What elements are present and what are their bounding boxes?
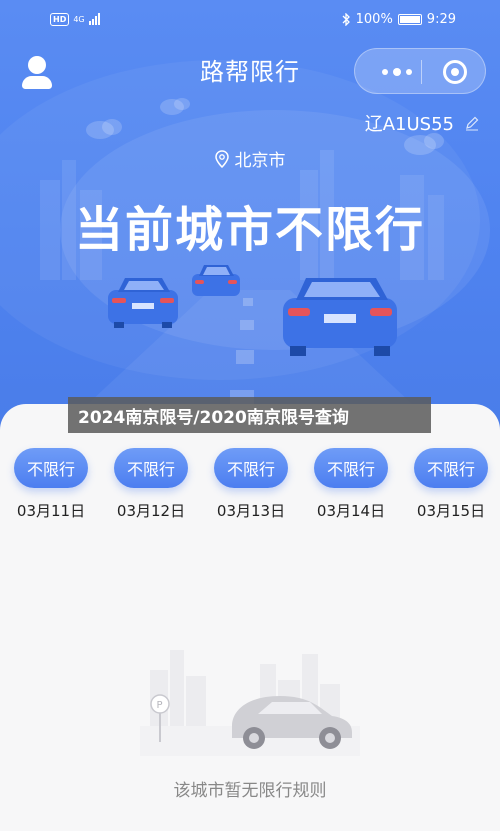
user-icon[interactable] [22, 56, 52, 92]
status-left: HD 4G [50, 12, 100, 26]
city-name: 北京市 [234, 151, 286, 171]
battery-percent: 100% [355, 11, 393, 27]
day-date: 03月12日 [116, 502, 186, 520]
status-right: 100% 9:29 [342, 12, 456, 27]
days-row: 不限行 03月11日 不限行 03月12日 不限行 03月13日 不限行 03月… [0, 448, 500, 528]
plate-number: 辽A1US55 [364, 114, 454, 135]
bluetooth-icon [342, 12, 350, 26]
battery-icon [397, 13, 422, 25]
restriction-headline: 当前城市不限行 [74, 202, 425, 258]
parked-car-illustration: P [140, 650, 360, 756]
day-date: 03月13日 [216, 502, 286, 520]
day-item[interactable]: 不限行 03月13日 [208, 448, 294, 521]
target-icon[interactable] [443, 60, 467, 84]
day-item[interactable]: 不限行 03月12日 [108, 448, 194, 521]
day-date: 03月15日 [416, 502, 486, 520]
empty-state-message: 该城市暂无限行规则 [173, 781, 327, 801]
network-type: 4G [73, 14, 85, 24]
day-date: 03月14日 [316, 502, 386, 520]
day-status-pill: 不限行 [214, 448, 288, 488]
day-date: 03月11日 [16, 502, 86, 520]
day-item[interactable]: 不限行 03月14日 [308, 448, 394, 521]
car-right [283, 278, 397, 356]
signal-icon [88, 13, 100, 25]
city-selector[interactable]: 北京市 [0, 146, 500, 171]
capsule-divider [421, 60, 422, 84]
pencil-icon[interactable] [464, 115, 480, 131]
nav-bar: 路帮限行 [0, 40, 500, 96]
day-status-pill: 不限行 [414, 448, 488, 488]
day-status-pill: 不限行 [14, 448, 88, 488]
page-title: 路帮限行 [200, 58, 300, 86]
hd-badge: HD [50, 12, 70, 26]
day-status-pill: 不限行 [114, 448, 188, 488]
car-middle [192, 265, 240, 296]
clock: 9:29 [426, 11, 456, 27]
license-plate[interactable]: 辽A1US55 [365, 110, 480, 136]
status-bar: HD 4G 100% 9:29 [0, 0, 500, 38]
more-dots-icon[interactable] [375, 49, 419, 95]
day-item[interactable]: 不限行 03月11日 [8, 448, 94, 521]
overlay-caption: 2024南京限号/2020南京限号查询 [68, 397, 431, 433]
day-item[interactable]: 不限行 03月15日 [408, 448, 494, 521]
location-pin-icon [214, 149, 229, 168]
day-status-pill: 不限行 [314, 448, 388, 488]
car-left [108, 278, 178, 328]
mini-program-capsule [354, 48, 486, 94]
svg-text:P: P [157, 700, 163, 711]
